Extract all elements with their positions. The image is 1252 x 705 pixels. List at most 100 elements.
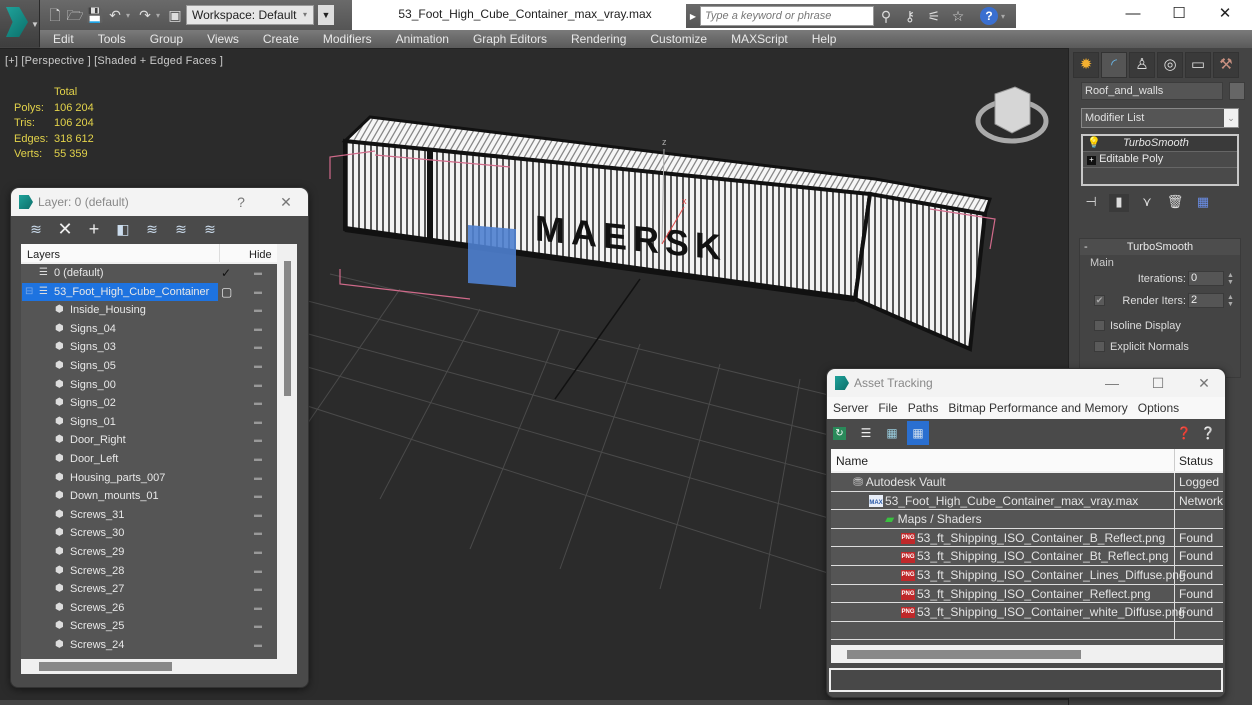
render-iters-checkbox[interactable]: ✔	[1094, 295, 1105, 306]
layer-row[interactable]: ⬢ Housing_parts_007 ▬	[21, 469, 277, 488]
open-folder-icon[interactable]: 🗁	[66, 6, 84, 24]
scroll-thumb[interactable]	[284, 261, 291, 396]
thumbnail-view-icon[interactable]: ▦	[883, 424, 901, 442]
hide-toggle[interactable]: ▬	[254, 580, 262, 599]
layer-row[interactable]: ⬢ Signs_03 ▬	[21, 338, 277, 357]
layer-row[interactable]: ⬢ Screws_26 ▬	[21, 599, 277, 618]
layer-row[interactable]: ⬢ Screws_28 ▬	[21, 562, 277, 581]
asset-path-field[interactable]	[829, 668, 1223, 692]
star-icon[interactable]: ☆	[946, 8, 970, 25]
iterations-spinner[interactable]: 0	[1188, 271, 1224, 286]
layer-row[interactable]: ⬢ Door_Right ▬	[21, 431, 277, 450]
search-expand-icon[interactable]: ▶	[686, 12, 700, 21]
hide-toggle[interactable]: ▬	[254, 431, 262, 450]
asset-window-titlebar[interactable]: Asset Tracking — ☐ ✕	[827, 369, 1225, 397]
maximize-button[interactable]: ☐	[1156, 0, 1202, 28]
binoculars-icon[interactable]: ⚲	[874, 8, 898, 25]
hide-toggle[interactable]: ▬	[254, 338, 262, 357]
stack-item-turbosmooth[interactable]: 💡 TurboSmooth	[1083, 136, 1237, 152]
asset-row[interactable]: ▰ Maps / Shaders	[831, 510, 1223, 529]
new-layer-icon[interactable]: ≋	[26, 221, 46, 238]
object-color-swatch[interactable]	[1229, 82, 1245, 100]
viewcube[interactable]	[975, 86, 1049, 144]
set-current-layer-icon[interactable]: ▢	[221, 283, 232, 302]
modifier-list-dropdown[interactable]: Modifier List ⌄	[1081, 108, 1239, 128]
menu-edit[interactable]: Edit	[53, 32, 74, 46]
hide-unhide-layers-icon[interactable]: ≋	[171, 221, 191, 238]
layer-row[interactable]: ⊟ ☰ 53_Foot_High_Cube_Container ▢ ▬	[21, 282, 277, 302]
layer-row[interactable]: ⬢ Signs_05 ▬	[21, 357, 277, 376]
layer-window-titlebar[interactable]: Layer: 0 (default) ? ✕	[11, 188, 308, 216]
project-folder-icon[interactable]: ▣	[166, 6, 184, 24]
asset-row[interactable]: PNG 53_ft_Shipping_ISO_Container_B_Reflec…	[831, 528, 1223, 548]
hide-toggle[interactable]: ▬	[254, 283, 262, 302]
render-iters-spinner-arrows[interactable]: ▲ ▼	[1227, 294, 1235, 308]
rollout-header[interactable]: - TurboSmooth	[1080, 239, 1240, 255]
layer-row[interactable]: ⬢ Signs_04 ▬	[21, 320, 277, 339]
hide-toggle[interactable]: ▬	[254, 599, 262, 618]
collapse-icon[interactable]: ⊟	[25, 283, 33, 302]
lightbulb-icon[interactable]: 💡	[1087, 137, 1101, 149]
display-tab-icon[interactable]: ▭	[1185, 52, 1211, 78]
close-button[interactable]: ✕	[271, 188, 301, 216]
layer-row[interactable]: ⬢ Screws_27 ▬	[21, 580, 277, 599]
undo-dropdown-icon[interactable]: ▾	[126, 11, 134, 20]
menu-server[interactable]: Server	[833, 401, 868, 415]
help-icon[interactable]: ?	[980, 7, 998, 25]
layer-row[interactable]: ⬢ Screws_24 ▬	[21, 636, 277, 655]
menu-customize[interactable]: Customize	[650, 32, 707, 46]
undo-icon[interactable]: ↶	[106, 6, 124, 24]
scroll-thumb[interactable]	[847, 650, 1081, 659]
modify-tab-icon[interactable]: ◜	[1101, 52, 1127, 78]
menu-maxscript[interactable]: MAXScript	[731, 32, 788, 46]
menu-bitmap-performance[interactable]: Bitmap Performance and Memory	[948, 401, 1127, 415]
menu-modifiers[interactable]: Modifiers	[323, 32, 372, 46]
scroll-thumb[interactable]	[39, 662, 172, 671]
hide-toggle[interactable]: ▬	[254, 376, 262, 395]
hierarchy-tab-icon[interactable]: ♙	[1129, 52, 1155, 78]
hide-toggle[interactable]: ▬	[254, 264, 262, 283]
minimize-button[interactable]: —	[1110, 0, 1156, 28]
menu-animation[interactable]: Animation	[396, 32, 449, 46]
satellite-icon[interactable]: ⚟	[922, 8, 946, 25]
menu-options[interactable]: Options	[1138, 401, 1179, 415]
freeze-layers-icon[interactable]: ≋	[200, 221, 220, 238]
layer-row[interactable]: ⬢ Screws_25 ▬	[21, 617, 277, 636]
layer-row[interactable]: ☰ 0 (default) ✓ ▬	[21, 264, 277, 283]
key-icon[interactable]: ⚷	[898, 8, 922, 25]
hide-toggle[interactable]: ▬	[254, 524, 262, 543]
refresh-icon[interactable]: ↻	[833, 427, 846, 440]
render-iters-spinner[interactable]: 2	[1188, 293, 1224, 308]
column-hide[interactable]: Hide	[249, 244, 272, 266]
help-dropdown-icon[interactable]: ▾	[1001, 12, 1009, 21]
object-name-field[interactable]: Roof_and_walls	[1081, 82, 1223, 100]
asset-row[interactable]: PNG 53_ft_Shipping_ISO_Container_Lines_Di…	[831, 565, 1223, 585]
delete-layer-icon[interactable]: ✕	[55, 219, 75, 240]
hide-toggle[interactable]: ▬	[254, 469, 262, 488]
hide-toggle[interactable]: ▬	[254, 636, 262, 655]
stack-item-editable-poly[interactable]: + Editable Poly	[1083, 152, 1237, 168]
table-view-icon[interactable]: ▦	[907, 421, 929, 445]
menu-file[interactable]: File	[878, 401, 897, 415]
asset-row[interactable]: MAX 53_Foot_High_Cube_Container_max_vray.…	[831, 491, 1223, 511]
layer-vertical-scrollbar[interactable]	[279, 244, 297, 659]
redo-icon[interactable]: ↷	[136, 6, 154, 24]
remove-modifier-icon[interactable]: 🗑	[1165, 194, 1185, 212]
layer-row[interactable]: ⬢ Screws_30 ▬	[21, 524, 277, 543]
customize-qat-button[interactable]: ▼	[318, 5, 334, 25]
layer-horizontal-scrollbar[interactable]	[21, 659, 277, 674]
select-objects-in-layer-icon[interactable]: ◧	[113, 221, 133, 238]
asset-row[interactable]: PNG 53_ft_Shipping_ISO_Container_Reflect.…	[831, 584, 1223, 604]
menu-group[interactable]: Group	[150, 32, 183, 46]
make-unique-icon[interactable]: ⋎	[1137, 194, 1157, 212]
list-view-icon[interactable]: ☰	[857, 424, 875, 442]
hide-toggle[interactable]: ▬	[254, 357, 262, 376]
add-to-layer-icon[interactable]: +	[84, 219, 104, 240]
current-layer-checkmark-icon[interactable]: ✓	[221, 264, 231, 283]
menu-create[interactable]: Create	[263, 32, 299, 46]
show-end-result-icon[interactable]: ▮	[1109, 194, 1129, 212]
menu-views[interactable]: Views	[207, 32, 239, 46]
create-tab-icon[interactable]: ✹	[1073, 52, 1099, 78]
asset-horizontal-scrollbar[interactable]	[831, 647, 1223, 663]
layer-row[interactable]: ⬢ Signs_02 ▬	[21, 394, 277, 413]
